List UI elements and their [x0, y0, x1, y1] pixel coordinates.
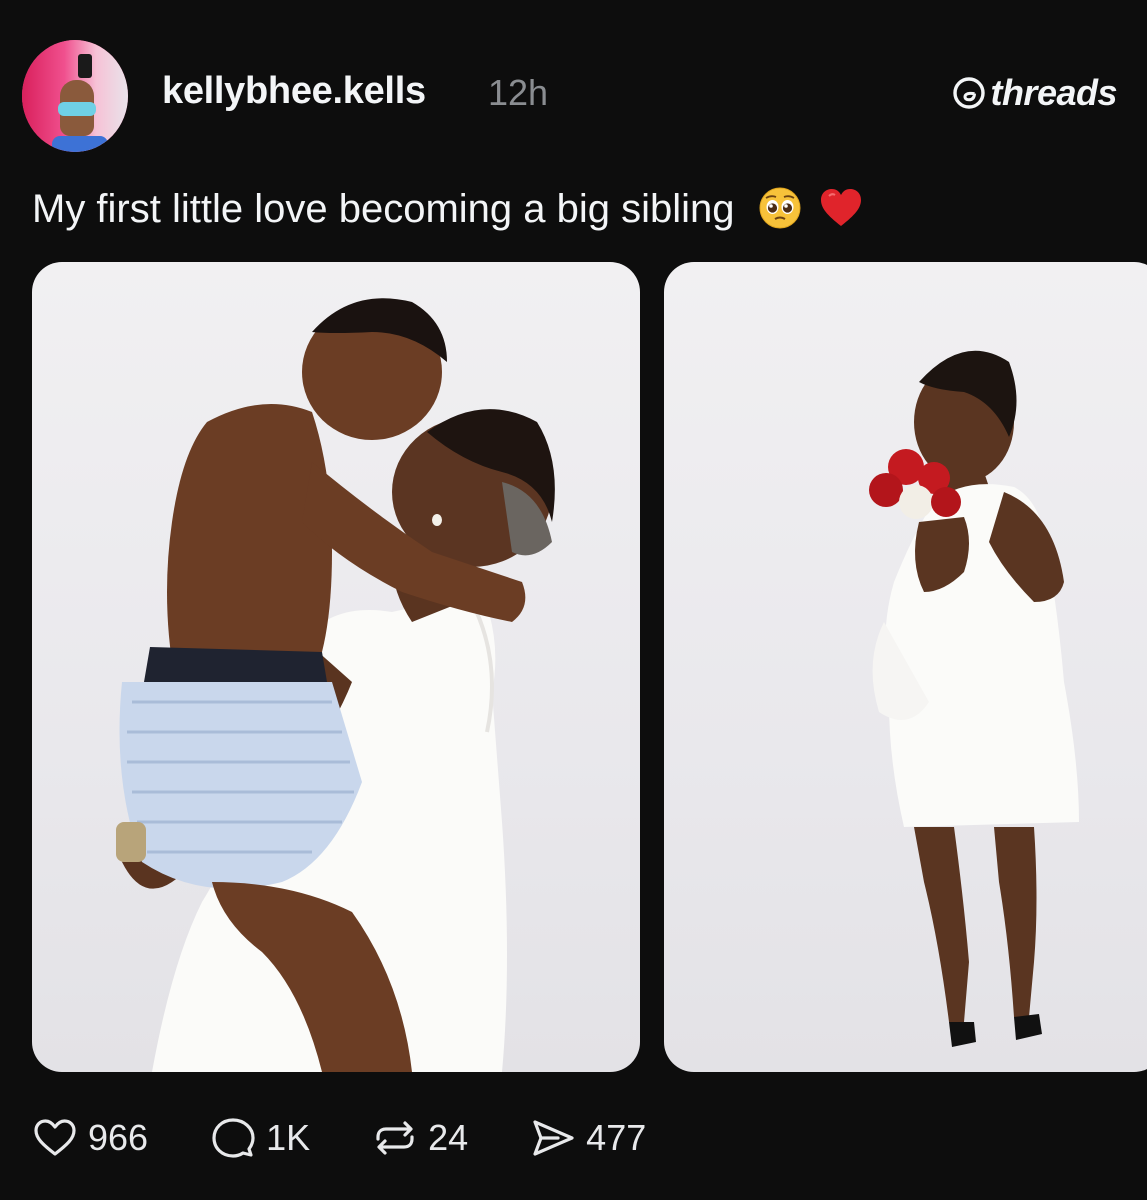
post-image-1[interactable]	[32, 262, 640, 1072]
caption-text: My first little love becoming a big sibl…	[32, 187, 735, 231]
threads-logo-icon	[953, 77, 986, 109]
post-image-2[interactable]	[664, 262, 1147, 1072]
like-button[interactable]: 966	[32, 1115, 148, 1161]
reply-button[interactable]: 1K	[210, 1115, 310, 1161]
post-caption: My first little love becoming a big sibl…	[32, 186, 863, 232]
comment-icon	[212, 1118, 255, 1158]
photo-mother-kissing-son-icon	[116, 298, 555, 1072]
brand-name: threads	[990, 72, 1117, 113]
red-heart-emoji-icon	[820, 189, 861, 226]
share-button[interactable]: 477	[530, 1115, 646, 1161]
like-count: 966	[88, 1117, 149, 1158]
repost-button[interactable]: 24	[372, 1115, 468, 1161]
avatar[interactable]	[22, 40, 128, 152]
heart-icon	[34, 1119, 76, 1156]
repost-icon	[376, 1121, 414, 1155]
share-count: 477	[586, 1117, 647, 1158]
pleading-face-emoji-icon	[759, 187, 801, 229]
reply-count: 1K	[266, 1117, 311, 1158]
threads-post: kellybhee.kells 12h threads My first lit…	[0, 0, 1147, 1200]
post-timestamp: 12h	[488, 72, 549, 113]
threads-brand: threads	[952, 72, 1117, 114]
send-icon	[533, 1120, 574, 1156]
action-bar: 966 1K 24 477	[32, 1112, 708, 1164]
author-username[interactable]: kellybhee.kells	[162, 70, 426, 113]
photo-pregnant-woman-with-roses-icon	[869, 350, 1079, 1047]
repost-count: 24	[428, 1117, 469, 1158]
